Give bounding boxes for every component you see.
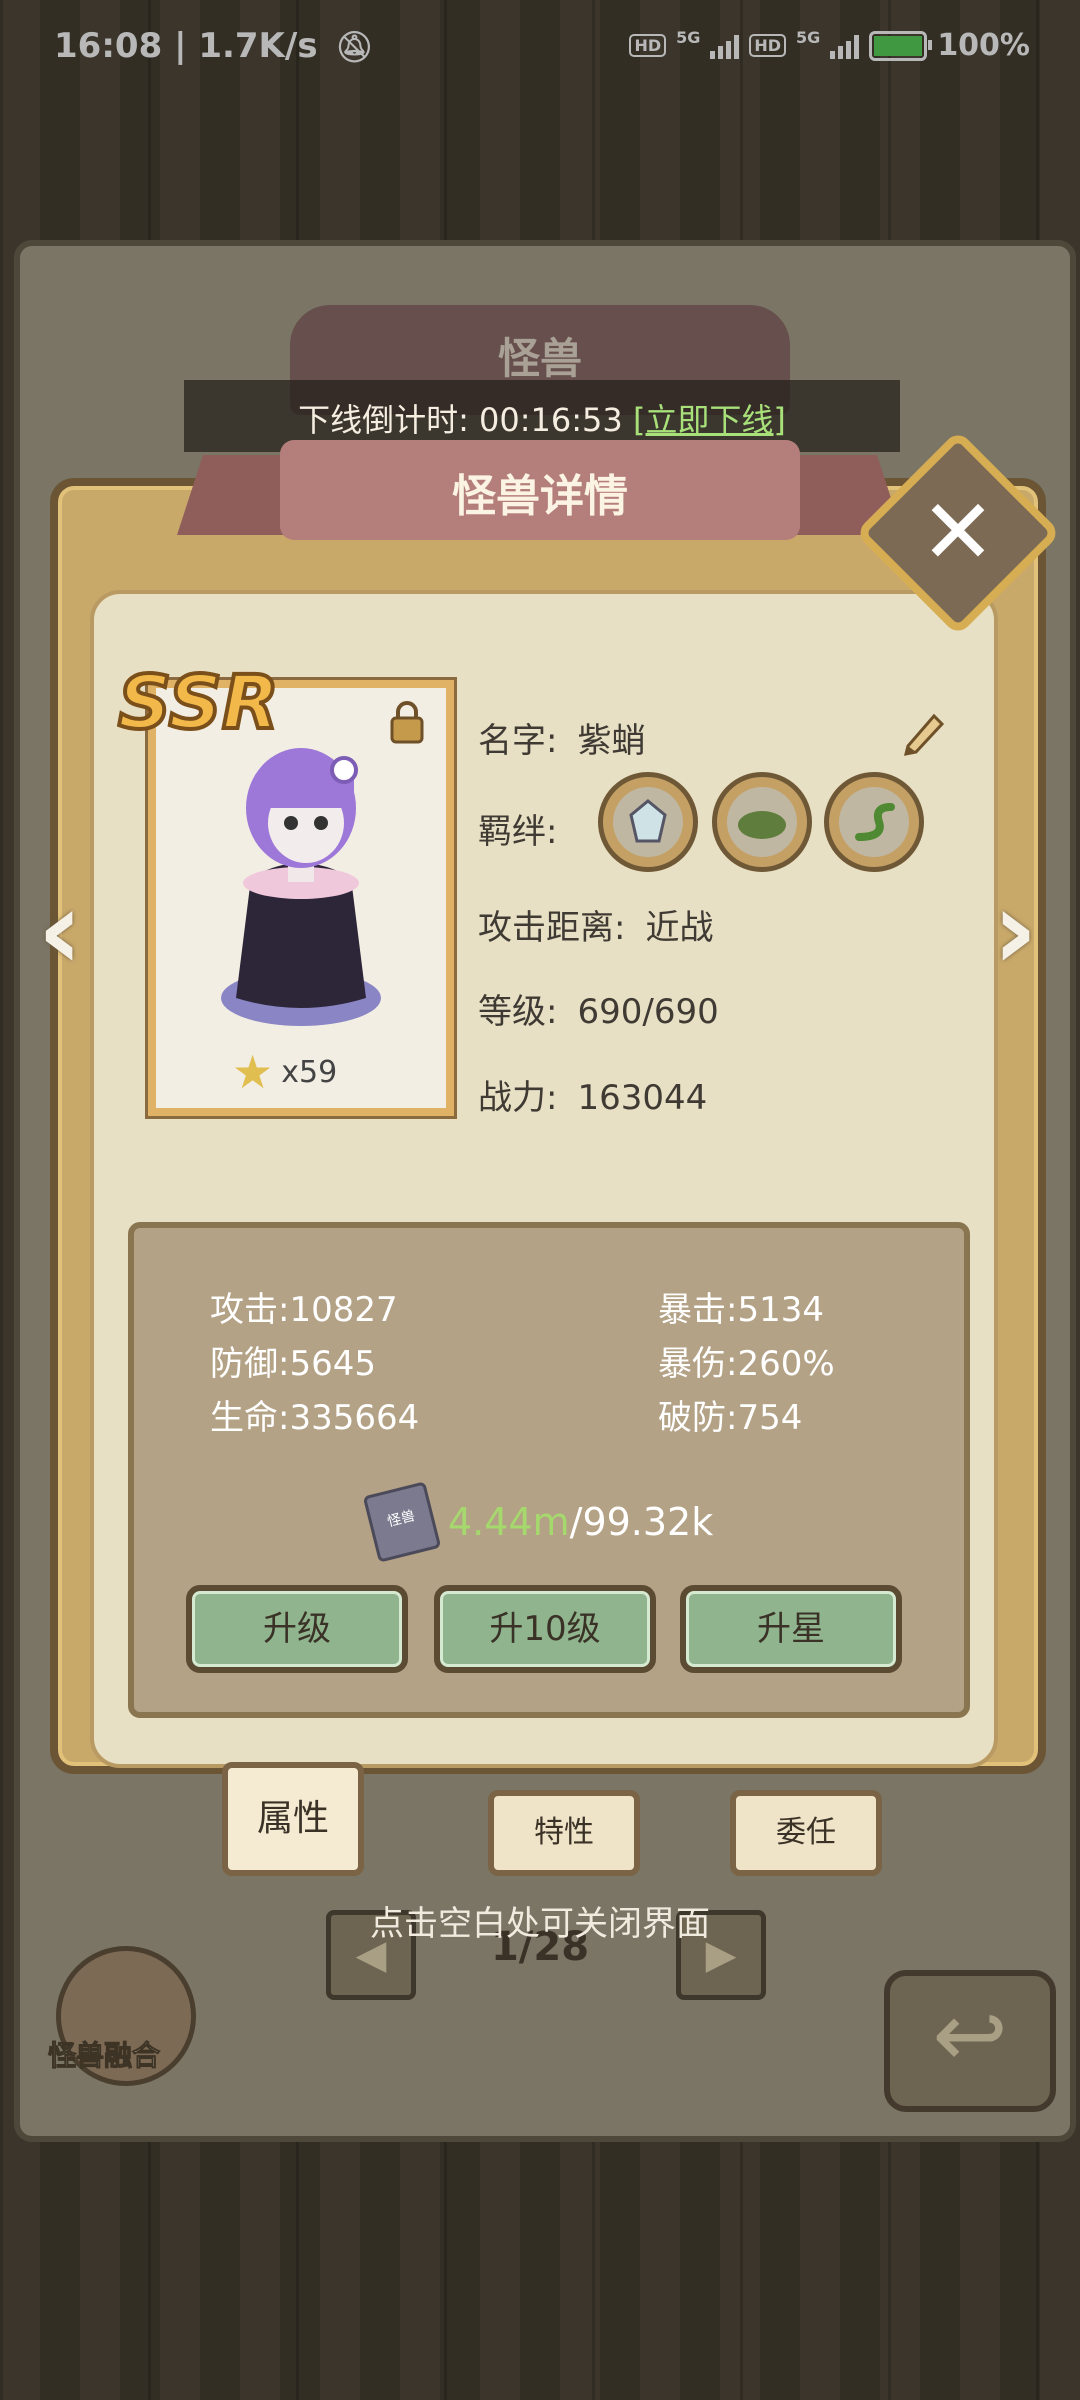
name-row: 名字: 紫蛸 — [478, 721, 646, 761]
bond-label: 羁绊: — [478, 812, 558, 852]
stat-crit: 暴击:5134 — [658, 1290, 824, 1330]
exp-current: 4.44m — [448, 1500, 570, 1544]
tab-attributes[interactable]: 属性 — [222, 1762, 364, 1876]
crystal-icon[interactable] — [598, 772, 698, 872]
tab-delegate[interactable]: 委任 — [730, 1790, 882, 1876]
power-row: 战力: 163044 — [478, 1078, 708, 1118]
star-count: ★ x59 — [232, 1045, 337, 1099]
rarity-badge: SSR — [116, 658, 281, 748]
tab-traits[interactable]: 特性 — [488, 1790, 640, 1876]
level-row: 等级: 690/690 — [478, 992, 719, 1032]
stat-hp: 生命:335664 — [210, 1398, 420, 1438]
next-monster-arrow[interactable]: › — [985, 870, 1045, 990]
upgrade-10-button[interactable]: 升10级 — [434, 1585, 656, 1673]
lock-icon[interactable] — [388, 700, 426, 744]
serpent-icon[interactable] — [824, 772, 924, 872]
close-hint: 点击空白处可关闭界面 — [370, 1904, 710, 1944]
close-icon[interactable]: ✕ — [885, 460, 1031, 606]
monster-fusion-label: 怪兽融合 — [47, 2039, 161, 2073]
offline-countdown: 下线倒计时: 00:16:53 [立即下线] — [184, 395, 900, 441]
star-up-button[interactable]: 升星 — [680, 1585, 902, 1673]
return-button[interactable]: ↩ — [884, 1970, 1056, 2112]
exp-book-icon: 怪兽 — [362, 1481, 442, 1563]
monster-name: 紫蛸 — [577, 721, 646, 761]
stat-crit-damage: 暴伤:260% — [658, 1344, 835, 1384]
moss-icon[interactable] — [712, 772, 812, 872]
exp-required: /99.32k — [569, 1500, 714, 1544]
countdown-label: 下线倒计时: — [298, 401, 469, 439]
countdown-time: 00:16:53 — [479, 401, 623, 439]
attack-range-row: 攻击距离: 近战 — [478, 908, 714, 948]
star-count-value: x59 — [281, 1054, 338, 1090]
rename-pencil-icon[interactable] — [898, 706, 948, 756]
exp-row: 怪兽 4.44m/99.32k — [362, 1481, 714, 1563]
star-icon: ★ — [232, 1045, 274, 1099]
prev-monster-arrow[interactable]: ‹ — [30, 870, 90, 990]
offline-now-link[interactable]: [立即下线] — [633, 401, 786, 439]
monster-portrait — [221, 748, 381, 1026]
stat-attack: 攻击:10827 — [210, 1290, 398, 1330]
upgrade-button[interactable]: 升级 — [186, 1585, 408, 1673]
stat-defense: 防御:5645 — [210, 1344, 376, 1384]
stat-armor-pen: 破防:754 — [658, 1398, 803, 1438]
